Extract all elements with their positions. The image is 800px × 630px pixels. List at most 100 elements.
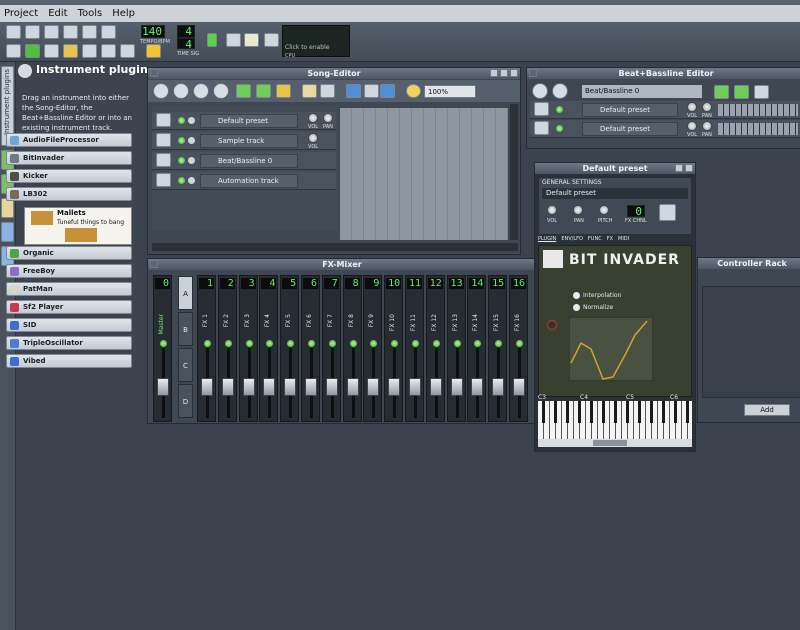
fx-channel-14[interactable]: 14 FX 14 xyxy=(467,275,487,422)
plugin-item-tripleoscillator[interactable]: TripleOscillator xyxy=(6,336,132,350)
track-mute-led[interactable] xyxy=(178,157,185,164)
stop-button[interactable] xyxy=(173,83,189,99)
keyboard-scrollbar[interactable] xyxy=(593,440,627,446)
track-volume-knob[interactable] xyxy=(308,133,318,143)
plugin-item-freeboy[interactable]: FreeBoy xyxy=(6,264,132,278)
fx-channel-8[interactable]: 8 FX 8 xyxy=(342,275,362,422)
vol-knob[interactable] xyxy=(547,205,557,215)
draw-mode-icon[interactable] xyxy=(302,84,317,98)
bb-step-buttons[interactable] xyxy=(718,104,798,116)
close-icon[interactable] xyxy=(510,69,518,77)
edit-mode-icon[interactable] xyxy=(320,84,335,98)
star-icon[interactable] xyxy=(146,44,161,58)
beat-editor-icon[interactable] xyxy=(25,44,40,58)
folder-icon[interactable] xyxy=(63,44,78,58)
fx-fader-knob[interactable] xyxy=(263,378,276,396)
recent-projects-icon[interactable] xyxy=(63,25,78,39)
bb-add-track-icon[interactable] xyxy=(714,85,729,99)
bb-track-volume-knob[interactable] xyxy=(687,102,697,112)
tab-home[interactable] xyxy=(1,222,14,242)
instrument-close-icon[interactable] xyxy=(685,164,693,172)
bb-selector[interactable]: Beat/Bassline 0 xyxy=(582,85,702,98)
menu-tools[interactable]: Tools xyxy=(78,8,103,19)
add-automation-track-icon[interactable] xyxy=(276,84,291,98)
fx-channel-led[interactable] xyxy=(432,340,440,347)
instrument-tab-midi[interactable]: MIDI xyxy=(618,236,629,245)
maximize-icon[interactable] xyxy=(500,69,508,77)
bb-play-button[interactable] xyxy=(532,83,548,99)
menu-edit[interactable]: Edit xyxy=(48,8,67,19)
open-project-icon[interactable] xyxy=(44,25,59,39)
track-solo-led[interactable] xyxy=(188,157,195,164)
fx-channel-7[interactable]: 7 FX 7 xyxy=(321,275,341,422)
sample-length-knob[interactable] xyxy=(547,320,557,330)
track-mute-led[interactable] xyxy=(178,177,185,184)
bb-track-name-button[interactable]: Default preset xyxy=(582,103,678,117)
bb-track-settings-icon[interactable] xyxy=(534,121,549,135)
fx-channel-12[interactable]: 12 FX 12 xyxy=(425,275,445,422)
tab-presets[interactable] xyxy=(1,198,14,218)
loop-icon[interactable] xyxy=(346,84,361,98)
fx-bank-b[interactable]: B xyxy=(178,312,193,346)
bb-step-buttons[interactable] xyxy=(718,123,798,135)
track-solo-led[interactable] xyxy=(188,117,195,124)
fx-channel-led[interactable] xyxy=(495,340,503,347)
fx-channel-1[interactable]: 1 FX 1 xyxy=(197,275,216,422)
track-name-button[interactable]: Sample track xyxy=(200,134,298,148)
bb-track-volume-knob[interactable] xyxy=(687,121,697,131)
track-settings-icon[interactable] xyxy=(156,153,171,167)
plugin-item-audiofileprocessor[interactable]: AudioFileProcessor xyxy=(6,133,132,147)
wave-shape-buttons[interactable] xyxy=(657,318,687,378)
bb-track-pan-knob[interactable] xyxy=(702,121,712,131)
zoom-select[interactable]: 100% xyxy=(424,85,476,98)
fx-channel-13[interactable]: 13 FX 13 xyxy=(446,275,466,422)
normalize-toggle[interactable] xyxy=(573,304,580,311)
fx-channel-led[interactable] xyxy=(349,340,357,347)
master-fader-knob[interactable] xyxy=(157,378,169,396)
fx-fader-knob[interactable] xyxy=(513,378,525,396)
fx-fader-knob[interactable] xyxy=(367,378,380,396)
fx-channel-led[interactable] xyxy=(474,340,482,347)
fx-master-channel[interactable]: 0 Master xyxy=(153,275,172,422)
song-pattern-grid[interactable] xyxy=(340,108,508,240)
fx-channel-display[interactable]: 0 xyxy=(627,205,645,218)
plugin-item-lb302[interactable]: LB302 xyxy=(6,187,132,201)
instrument-tab-fx[interactable]: FX xyxy=(607,236,613,245)
track-solo-led[interactable] xyxy=(188,137,195,144)
track-solo-led[interactable] xyxy=(188,177,195,184)
interpolation-toggle[interactable] xyxy=(573,292,580,299)
fx-fader-knob[interactable] xyxy=(471,378,484,396)
track-mute-led[interactable] xyxy=(178,137,185,144)
add-sample-track-icon[interactable] xyxy=(256,84,271,98)
black-keys[interactable] xyxy=(538,401,692,423)
track-settings-icon[interactable] xyxy=(156,173,171,187)
song-hscroll[interactable] xyxy=(152,243,518,251)
fx-fader-knob[interactable] xyxy=(450,378,463,396)
add-instrument-track-icon[interactable] xyxy=(236,84,251,98)
fx-channel-led[interactable] xyxy=(391,340,399,347)
export-icon[interactable] xyxy=(101,25,116,39)
master-led[interactable] xyxy=(160,340,167,347)
bb-track-mute-led[interactable] xyxy=(556,106,563,113)
fx-fader-knob[interactable] xyxy=(409,378,421,396)
tempo-display[interactable]: 140 xyxy=(141,25,165,38)
plugin-item-sid[interactable]: SID xyxy=(6,318,132,332)
pitch-knob[interactable] xyxy=(599,205,609,215)
fx-fader-knob[interactable] xyxy=(221,378,234,396)
fx-bank-d[interactable]: D xyxy=(178,384,193,418)
pan-knob[interactable] xyxy=(573,205,583,215)
fx-fader-knob[interactable] xyxy=(305,378,317,396)
fx-channel-led[interactable] xyxy=(516,340,523,347)
fx-channel-led[interactable] xyxy=(308,340,315,347)
fx-channel-led[interactable] xyxy=(370,340,378,347)
piano-keyboard[interactable]: C3 C4 C5 C6 xyxy=(538,394,692,447)
instrument-tab-env-lfo[interactable]: ENV/LFO xyxy=(561,236,583,245)
hand-icon[interactable] xyxy=(244,33,259,47)
fx-channel-15[interactable]: 15 FX 15 xyxy=(488,275,508,422)
fx-fader-knob[interactable] xyxy=(492,378,505,396)
fx-fader-knob[interactable] xyxy=(284,378,297,396)
fx-bank-a[interactable]: A xyxy=(178,276,193,310)
fx-bank-c[interactable]: C xyxy=(178,348,193,382)
fx-channel-4[interactable]: 4 FX 4 xyxy=(259,275,279,422)
track-settings-icon[interactable] xyxy=(156,133,171,147)
